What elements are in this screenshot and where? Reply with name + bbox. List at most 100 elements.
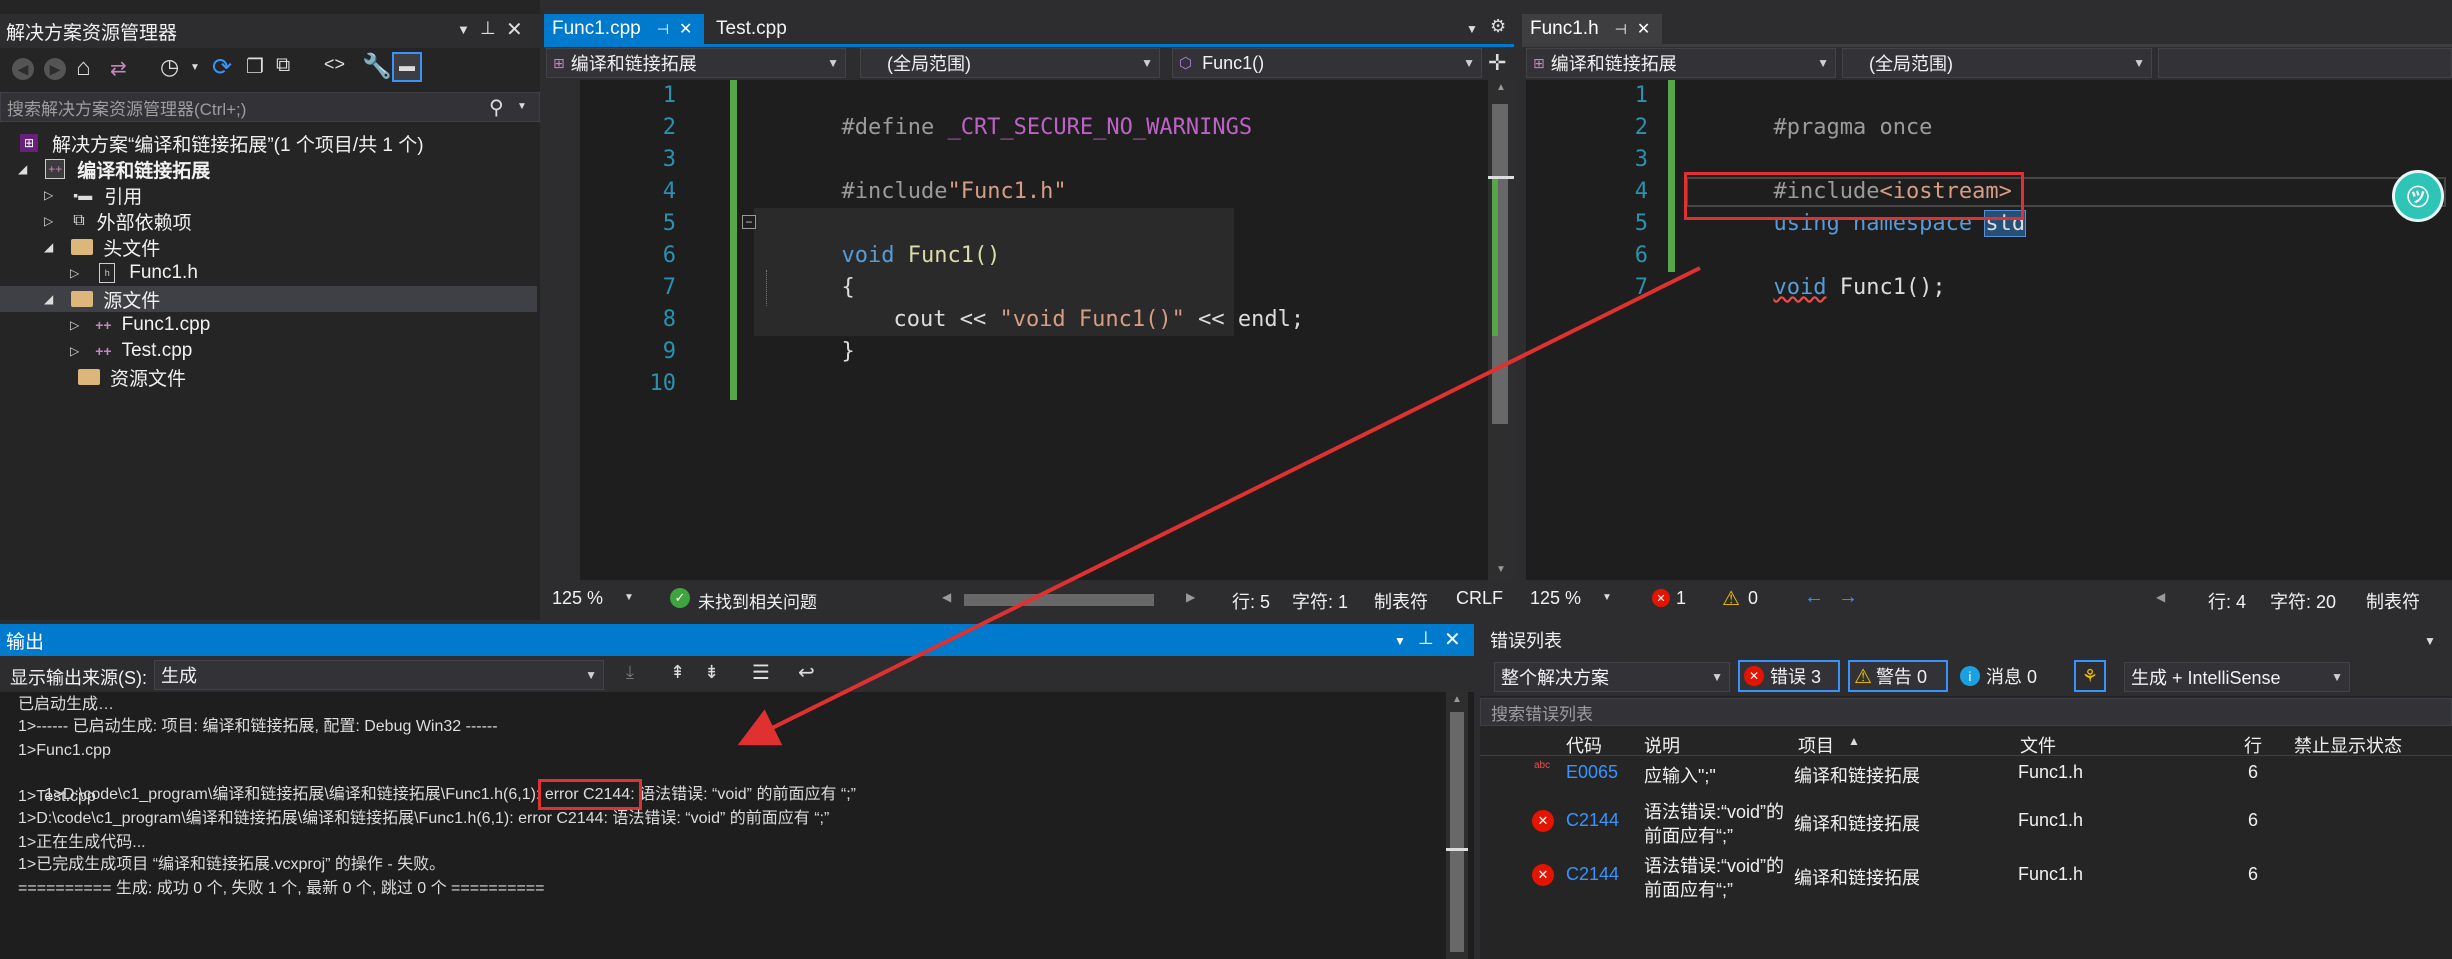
line-ending[interactable]: CRLF xyxy=(1456,588,1503,609)
horizontal-scroll-thumb[interactable] xyxy=(964,594,1154,606)
tree-func1-h[interactable]: ▷ h Func1.h xyxy=(0,260,537,286)
close-icon[interactable]: ✕ xyxy=(1444,627,1461,652)
next-message-icon[interactable]: ⇟ xyxy=(704,662,719,683)
warning-icon[interactable]: ⚠ xyxy=(1722,586,1740,611)
column-header-line[interactable]: 行 xyxy=(2244,732,2262,758)
scroll-right-icon[interactable]: ▶ xyxy=(1186,590,1195,604)
filter-toggle-icon[interactable]: ⚘ xyxy=(2074,660,2106,692)
error-search-input[interactable]: 搜索错误列表 xyxy=(1480,698,2452,726)
chevron-down-icon[interactable]: ▼ xyxy=(624,592,634,603)
tree-external-deps[interactable]: ▷ ⧉ 外部依赖项 xyxy=(0,208,537,234)
scroll-up-icon[interactable]: ▲ xyxy=(1452,694,1462,705)
assistant-badge-icon[interactable]: ㋡ xyxy=(2392,170,2444,222)
close-icon[interactable]: ✕ xyxy=(506,17,523,42)
close-icon[interactable]: ✕ xyxy=(1637,19,1650,39)
scroll-left-icon[interactable]: ◀ xyxy=(2156,590,2165,604)
error-row[interactable]: ✕ C2144 语法错误:“void”的 前面应有“;” 编译和链接拓展 Fun… xyxy=(1480,796,2452,850)
output-text[interactable]: 已启动生成… 1>------ 已启动生成: 项目: 编译和链接拓展, 配置: … xyxy=(0,692,1446,959)
home-icon[interactable]: ⌂ xyxy=(76,54,91,82)
issues-status[interactable]: 未找到相关问题 xyxy=(698,588,817,613)
forward-icon[interactable]: ▶ xyxy=(44,58,66,80)
search-icon[interactable]: ⚲ xyxy=(489,95,504,120)
code-area[interactable]: 1 2 3 4 5 6 7 8 9 10 − #define _CRT_SECU… xyxy=(580,80,1488,580)
collapse-all-icon[interactable]: ❐ xyxy=(246,54,264,79)
close-icon[interactable]: ✕ xyxy=(679,19,692,39)
settings-gear-icon[interactable]: ⚙ xyxy=(1490,16,1506,37)
scope-dropdown[interactable]: (全局范围) ▼ xyxy=(860,48,1160,78)
back-icon[interactable]: ◀ xyxy=(12,58,34,80)
tree-references[interactable]: ▷ ▪▬ 引用 xyxy=(0,182,537,208)
sync-icon[interactable]: ⟳ xyxy=(212,53,232,82)
error-scope-dropdown[interactable]: 整个解决方案 ▼ xyxy=(1494,662,1730,692)
pending-changes-icon[interactable]: ◷ xyxy=(160,54,179,80)
scroll-left-icon[interactable]: ◀ xyxy=(942,590,951,604)
zoom-level[interactable]: 125 % xyxy=(552,588,603,609)
column-header-project[interactable]: 项目 xyxy=(1798,732,1834,758)
errors-filter-button[interactable]: ✕ 错误 3 xyxy=(1738,660,1840,692)
member-dropdown[interactable]: ⬡ Func1() ▼ xyxy=(1172,48,1482,78)
tab-func1-h[interactable]: Func1.h ⊣ ✕ xyxy=(1522,14,1662,44)
nav-back-icon[interactable]: ← xyxy=(1804,586,1824,609)
messages-filter-button[interactable]: i 消息 0 xyxy=(1956,660,2052,692)
column-header-suppression[interactable]: 禁止显示状态 xyxy=(2294,732,2402,758)
tree-func1-cpp[interactable]: ▷ ++ Func1.cpp xyxy=(0,312,537,338)
collapsed-arrow-icon[interactable]: ▷ xyxy=(70,318,79,332)
tab-mode[interactable]: 制表符 xyxy=(2366,588,2420,614)
column-header-code[interactable]: 代码 xyxy=(1566,732,1602,758)
switch-views-icon[interactable]: ⇄ xyxy=(110,56,127,81)
output-vertical-scrollbar[interactable]: ▲ xyxy=(1446,692,1468,959)
member-dropdown[interactable] xyxy=(2158,48,2452,78)
view-code-icon[interactable]: <> xyxy=(324,54,345,75)
tab-mode[interactable]: 制表符 xyxy=(1374,588,1428,614)
collapsed-arrow-icon[interactable]: ▷ xyxy=(44,214,53,228)
tab-test-cpp[interactable]: Test.cpp xyxy=(708,14,808,44)
preview-icon[interactable]: ▬ xyxy=(392,52,422,82)
solution-explorer-search[interactable]: 搜索解决方案资源管理器(Ctrl+;) ⚲ ▼ xyxy=(0,92,540,122)
scope-dropdown[interactable]: (全局范围) ▼ xyxy=(1842,48,2152,78)
dropdown-icon[interactable]: ▼ xyxy=(1394,634,1406,648)
error-row[interactable]: abc E0065 应输入";" 编译和链接拓展 Func1.h 6 xyxy=(1480,756,2452,792)
project-dropdown[interactable]: ⊞ 编译和链接拓展 ▼ xyxy=(546,48,846,78)
split-window-icon[interactable]: ✛ xyxy=(1488,50,1506,76)
project-dropdown[interactable]: ⊞ 编译和链接拓展 ▼ xyxy=(1526,48,1836,78)
collapsed-arrow-icon[interactable]: ▷ xyxy=(70,344,79,358)
clear-all-icon[interactable]: ☰ xyxy=(752,660,770,685)
tree-source-files[interactable]: ◢ 源文件 xyxy=(0,286,537,312)
pending-changes-dropdown-icon[interactable]: ▼ xyxy=(190,62,200,73)
prev-message-icon[interactable]: ⇞ xyxy=(670,662,685,683)
search-options-icon[interactable]: ▼ xyxy=(517,101,527,112)
code-area[interactable]: 1 2 3 4 5 6 7 #pragma once #include<iost… xyxy=(1526,80,2452,580)
error-code-link[interactable]: E0065 xyxy=(1566,762,1618,783)
pin-icon[interactable]: ⊣ xyxy=(1615,21,1627,38)
dropdown-icon[interactable]: ▼ xyxy=(2424,634,2436,648)
expanded-arrow-icon[interactable]: ◢ xyxy=(44,240,53,254)
tree-header-files[interactable]: ◢ 头文件 xyxy=(0,234,537,260)
scroll-down-icon[interactable]: ▼ xyxy=(1496,564,1506,575)
properties-icon[interactable]: 🔧 xyxy=(362,52,392,81)
scroll-thumb[interactable] xyxy=(1450,712,1464,952)
build-source-dropdown[interactable]: 生成 + IntelliSense ▼ xyxy=(2124,662,2350,692)
dropdown-icon[interactable]: ▼ xyxy=(457,22,470,37)
pin-icon[interactable]: ⊥ xyxy=(480,18,496,39)
tree-resource-files[interactable]: 资源文件 xyxy=(0,364,537,390)
zoom-level[interactable]: 125 % xyxy=(1530,588,1581,609)
pin-icon[interactable]: ⊣ xyxy=(657,21,669,38)
find-message-icon[interactable]: ⤓ xyxy=(626,662,634,683)
pin-icon[interactable]: ⊥ xyxy=(1418,628,1434,649)
tab-list-dropdown-icon[interactable]: ▼ xyxy=(1466,22,1478,36)
column-header-description[interactable]: 说明 xyxy=(1644,732,1680,758)
chevron-down-icon[interactable]: ▼ xyxy=(1602,592,1612,603)
collapsed-arrow-icon[interactable]: ▷ xyxy=(70,266,79,280)
warnings-filter-button[interactable]: ⚠ 警告 0 xyxy=(1848,660,1948,692)
vertical-scrollbar[interactable]: ▲ ▼ xyxy=(1488,80,1514,580)
tree-project[interactable]: ◢ ++ 编译和链接拓展 xyxy=(0,156,537,182)
expanded-arrow-icon[interactable]: ◢ xyxy=(18,162,27,176)
scroll-up-icon[interactable]: ▲ xyxy=(1496,82,1506,93)
column-header-file[interactable]: 文件 xyxy=(2020,732,2056,758)
error-row[interactable]: ✕ C2144 语法错误:“void”的 前面应有“;” 编译和链接拓展 Fun… xyxy=(1480,850,2452,904)
error-icon[interactable]: ✕ xyxy=(1652,589,1670,607)
error-code-link[interactable]: C2144 xyxy=(1566,810,1619,831)
show-all-files-icon[interactable]: ⧉ xyxy=(276,54,290,77)
tree-solution[interactable]: ⊞ 解决方案“编译和链接拓展”(1 个项目/共 1 个) xyxy=(0,130,537,156)
collapse-toggle-icon[interactable]: − xyxy=(742,215,756,229)
